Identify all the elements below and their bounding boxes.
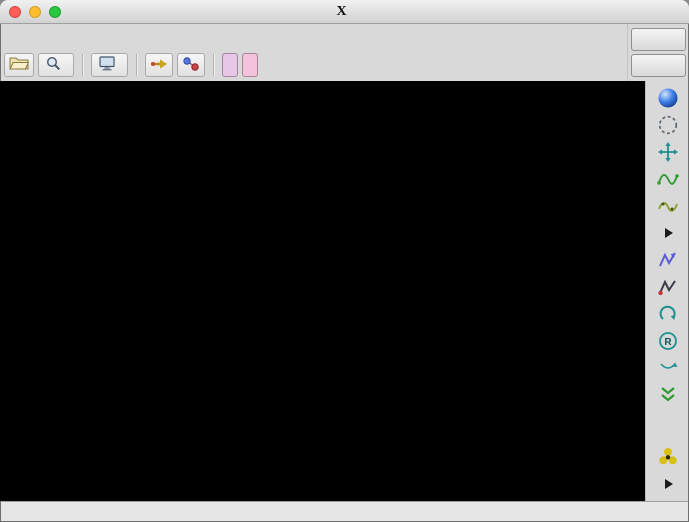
svg-text:R: R [664, 337, 672, 348]
close-window-button[interactable] [9, 5, 21, 18]
real-space-refine-icon[interactable] [650, 165, 686, 192]
map-button[interactable] [631, 54, 686, 77]
hydrogens-toggle-button[interactable] [222, 53, 238, 77]
menu-edit[interactable] [16, 33, 26, 41]
open-coordinates-button[interactable] [4, 53, 34, 77]
zoom-window-button[interactable] [49, 5, 61, 18]
coot-window: X R [0, 0, 689, 522]
menu-phenix[interactable] [106, 33, 116, 41]
auto-fit-rotamer-icon[interactable] [650, 246, 686, 273]
menu-file[interactable] [6, 33, 16, 41]
statusbar [0, 501, 689, 522]
regularize-zone-icon[interactable] [650, 192, 686, 219]
go-to-atom-button[interactable] [145, 53, 173, 77]
folder-open-icon [9, 56, 30, 74]
window-title-group: X [336, 4, 352, 20]
chrome-row [0, 24, 689, 81]
x11-icon: X [336, 3, 347, 19]
torsion-edit-icon[interactable] [650, 300, 686, 327]
monitor-icon [99, 56, 115, 74]
left-chrome [0, 24, 627, 81]
display-manager-button[interactable] [91, 53, 128, 77]
toolbar-separator [82, 54, 83, 76]
modelling-toolbar: R [645, 81, 689, 501]
rrc-button[interactable] [631, 28, 686, 51]
phenix-connection-badge[interactable] [242, 53, 258, 77]
atom-pair-button[interactable] [177, 53, 205, 77]
titlebar: X [0, 0, 689, 24]
add-terminal-residue-icon[interactable] [650, 381, 686, 408]
dashed-circle-icon[interactable] [650, 111, 686, 138]
minimize-window-button[interactable] [29, 5, 41, 18]
menu-draw[interactable] [36, 33, 46, 41]
toolbar-overflow-icon[interactable] [650, 470, 686, 497]
reset-view-button[interactable] [38, 53, 74, 77]
menu-validate[interactable] [56, 33, 66, 41]
globe-icon[interactable] [650, 84, 686, 111]
menu-hid[interactable] [66, 33, 76, 41]
window-controls [9, 0, 61, 23]
simple-mutate-icon[interactable] [650, 443, 686, 470]
menu-about[interactable] [76, 33, 86, 41]
right-panel-buttons [627, 24, 689, 81]
toolbar [0, 50, 627, 80]
goto-arrow-icon [150, 57, 168, 74]
side-chain-flip-icon[interactable] [650, 354, 686, 381]
expand-more-icon[interactable] [650, 219, 686, 246]
rotamers-icon[interactable] [650, 273, 686, 300]
molecule-icon [182, 56, 200, 75]
toolbar-separator [213, 54, 214, 76]
magnifier-icon [46, 56, 61, 74]
gl-canvas[interactable] [0, 81, 645, 501]
toolbar-separator [136, 54, 137, 76]
menu-ligand[interactable] [86, 33, 96, 41]
gl-viewport [0, 81, 645, 501]
rotate-translate-icon[interactable]: R [650, 327, 686, 354]
main-row: R [0, 81, 689, 501]
menu-calculate[interactable] [26, 33, 36, 41]
translate-arrows-icon[interactable] [650, 138, 686, 165]
menubar [0, 24, 627, 50]
menu-extensions[interactable] [96, 33, 106, 41]
menu-measures[interactable] [46, 33, 56, 41]
